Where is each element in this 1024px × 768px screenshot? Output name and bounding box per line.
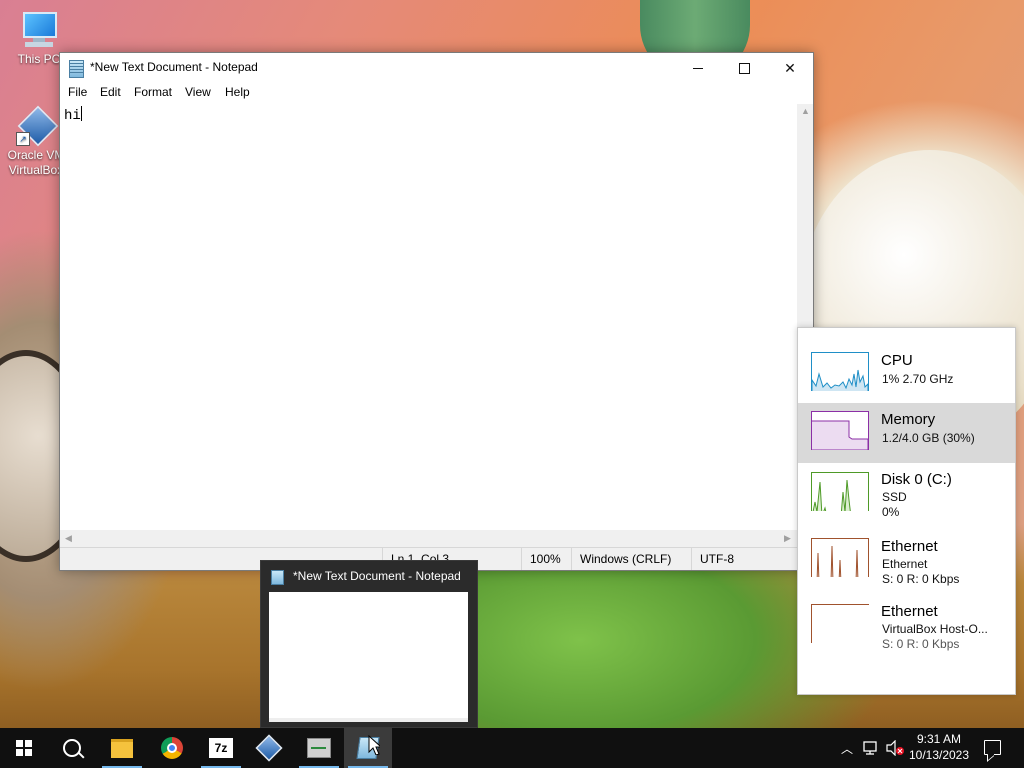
horizontal-scrollbar[interactable]: ◀ ▶ xyxy=(60,530,797,547)
search-icon xyxy=(63,739,81,757)
disk-graph xyxy=(811,472,869,511)
computer-icon xyxy=(19,10,59,50)
scroll-left-icon[interactable]: ◀ xyxy=(65,533,72,544)
notepad-window: *New Text Document - Notepad ✕ File Edit… xyxy=(59,52,814,571)
clock-time: 9:31 AM xyxy=(916,732,962,746)
menu-edit[interactable]: Edit xyxy=(100,85,121,99)
perf-item-detail: 1.2/4.0 GB (30%) xyxy=(882,431,975,445)
perf-item-memory[interactable]: Memory 1.2/4.0 GB (30%) xyxy=(798,403,1015,463)
menu-help[interactable]: Help xyxy=(225,85,250,99)
minimize-icon xyxy=(693,67,703,69)
mouse-cursor-icon xyxy=(368,735,380,755)
system-clock[interactable]: 9:31 AM 10/13/2023 xyxy=(904,731,974,763)
clock-date: 10/13/2023 xyxy=(908,748,970,762)
editor-content: hi xyxy=(64,108,81,124)
perf-item-detail: SSD xyxy=(882,490,907,504)
menu-file[interactable]: File xyxy=(68,85,87,99)
notepad-app-icon xyxy=(271,570,284,585)
chevron-up-icon: ︿ xyxy=(840,741,853,756)
cpu-graph xyxy=(811,352,869,391)
taskbar-thumbnail-preview[interactable]: *New Text Document - Notepad xyxy=(260,560,478,728)
window-title: *New Text Document - Notepad xyxy=(90,60,258,74)
ethernet-graph xyxy=(811,538,869,577)
menu-view[interactable]: View xyxy=(185,85,211,99)
task-manager-button[interactable] xyxy=(295,728,343,768)
network-status-button[interactable] xyxy=(860,728,882,768)
perf-item-detail-2: 0% xyxy=(882,505,900,519)
maximize-button[interactable] xyxy=(721,53,767,83)
chrome-button[interactable] xyxy=(148,728,196,768)
status-zoom: 100% xyxy=(521,548,572,570)
show-hidden-icons-button[interactable]: ︿ xyxy=(838,728,856,768)
perf-item-name: Memory xyxy=(881,411,936,428)
notification-center-icon[interactable] xyxy=(984,740,1001,755)
taskbar: 7z ︿ 9:31 AM 10/13/2023 xyxy=(0,728,1024,768)
scroll-right-icon[interactable]: ▶ xyxy=(784,533,791,544)
ethernet-graph xyxy=(811,604,869,643)
close-icon: ✕ xyxy=(784,59,796,76)
file-explorer-icon xyxy=(111,738,133,758)
perf-item-name: Ethernet xyxy=(881,603,938,620)
perf-item-name: Ethernet xyxy=(881,538,938,555)
start-button[interactable] xyxy=(0,728,48,768)
close-button[interactable]: ✕ xyxy=(767,53,813,83)
network-icon xyxy=(863,741,877,755)
thumbnail-image xyxy=(269,592,468,722)
thumbnail-mini-status xyxy=(269,718,468,722)
task-manager-performance-panel: CPU 1% 2.70 GHz Memory 1.2/4.0 GB (30%) … xyxy=(797,327,1016,695)
maximize-icon xyxy=(738,62,750,74)
perf-item-cpu[interactable]: CPU 1% 2.70 GHz xyxy=(798,330,1015,391)
volume-muted-icon xyxy=(886,740,904,756)
perf-item-detail: 1% 2.70 GHz xyxy=(882,372,954,386)
file-explorer-button[interactable] xyxy=(98,728,146,768)
task-manager-icon xyxy=(307,738,331,758)
perf-item-detail: VirtualBox Host-O... xyxy=(882,622,988,636)
perf-item-detail: Ethernet xyxy=(882,557,928,571)
perf-item-name: Disk 0 (C:) xyxy=(881,471,952,488)
text-editor[interactable]: hi xyxy=(60,104,797,530)
perf-item-detail-2: S: 0 R: 0 Kbps xyxy=(882,637,960,651)
start-icon xyxy=(16,740,32,756)
7zip-icon: 7z xyxy=(209,738,233,758)
status-encoding: UTF-8 xyxy=(691,548,810,570)
scroll-up-icon[interactable]: ▲ xyxy=(801,106,810,116)
perf-item-name: CPU xyxy=(881,352,913,369)
shortcut-arrow-icon: ↗ xyxy=(16,132,30,146)
perf-item-detail-2: S: 0 R: 0 Kbps xyxy=(882,572,960,586)
search-button[interactable] xyxy=(48,728,96,768)
virtualbox-button[interactable] xyxy=(245,728,293,768)
text-caret xyxy=(80,106,82,121)
title-bar[interactable]: *New Text Document - Notepad ✕ xyxy=(60,53,813,83)
menu-format[interactable]: Format xyxy=(134,85,172,99)
volume-button[interactable] xyxy=(884,728,906,768)
minimize-button[interactable] xyxy=(675,53,721,83)
menu-bar: File Edit Format View Help xyxy=(60,83,813,103)
perf-item-disk[interactable]: Disk 0 (C:) SSD 0% xyxy=(798,464,1015,528)
thumbnail-title: *New Text Document - Notepad xyxy=(293,569,461,583)
perf-item-ethernet-2[interactable]: Ethernet VirtualBox Host-O... S: 0 R: 0 … xyxy=(798,600,1015,664)
perf-item-ethernet-1[interactable]: Ethernet Ethernet S: 0 R: 0 Kbps xyxy=(798,533,1015,597)
memory-graph xyxy=(811,411,869,450)
virtualbox-icon: ↗ xyxy=(16,105,59,147)
7zip-button[interactable]: 7z xyxy=(197,728,245,768)
notepad-app-icon xyxy=(69,60,84,78)
status-line-endings: Windows (CRLF) xyxy=(571,548,690,570)
chrome-icon xyxy=(161,737,183,759)
virtualbox-icon xyxy=(255,734,283,762)
